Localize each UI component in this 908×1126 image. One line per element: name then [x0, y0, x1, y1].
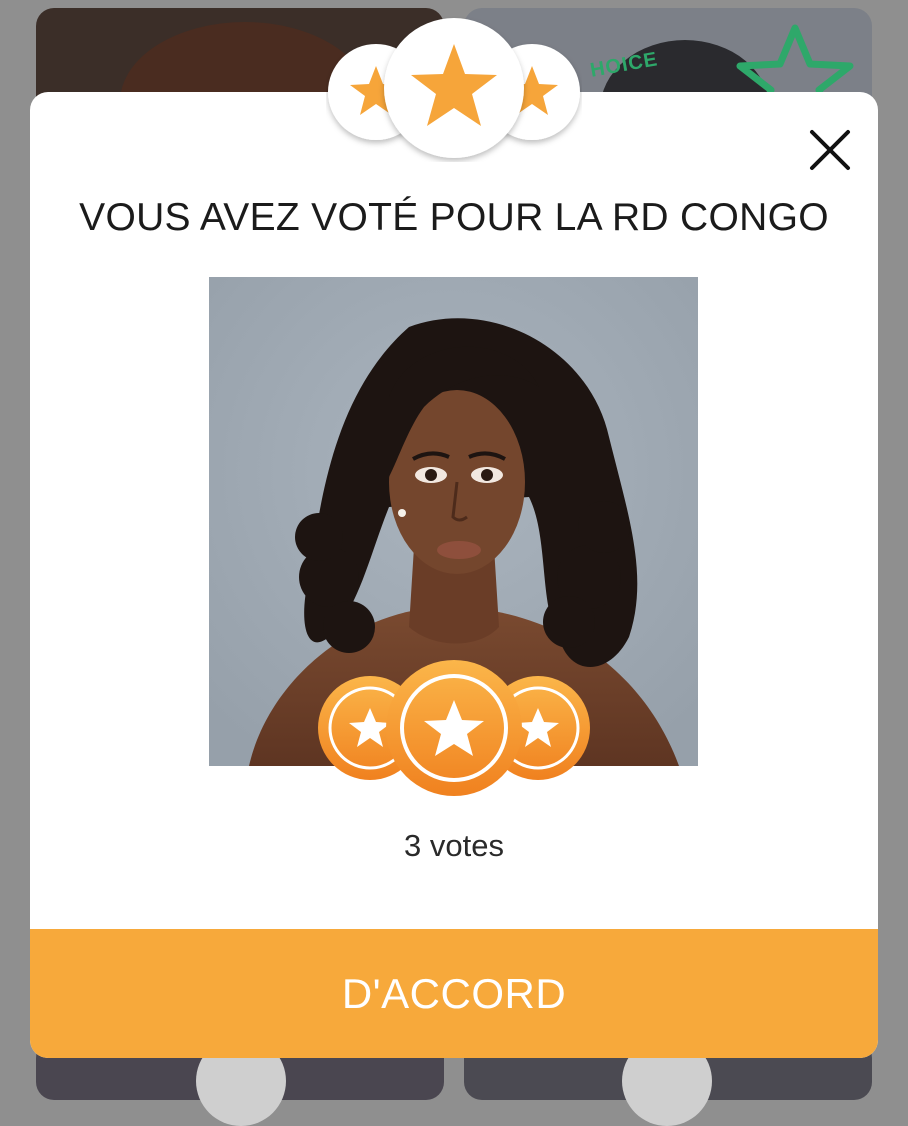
votes-count: 3 votes	[404, 828, 504, 863]
dialog-title: VOUS AVEZ VOTÉ POUR LA RD CONGO	[79, 196, 829, 239]
ok-button[interactable]: D'ACCORD	[30, 929, 878, 1058]
star-coins-icon	[328, 18, 580, 158]
close-icon[interactable]	[802, 124, 856, 178]
star-coins-icon	[318, 660, 590, 796]
